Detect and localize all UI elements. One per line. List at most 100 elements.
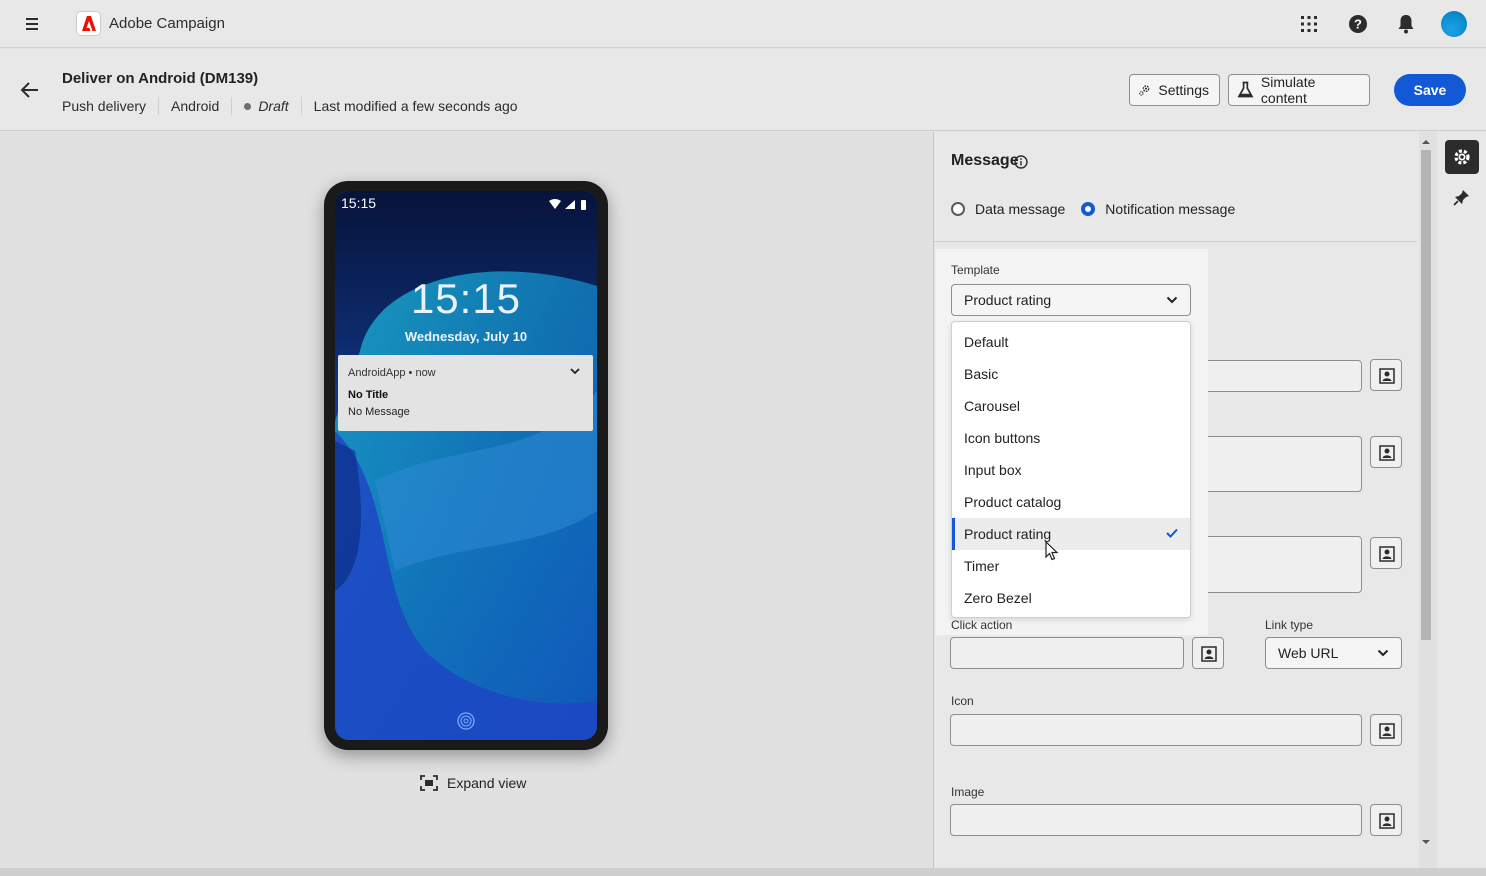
template-dropdown: Default Basic Carousel Icon buttons Inpu…	[951, 321, 1191, 618]
personalize-icon	[1379, 813, 1395, 829]
link-type-select[interactable]: Web URL	[1265, 637, 1402, 669]
personalize-image-button[interactable]	[1370, 804, 1402, 836]
option-input-box[interactable]: Input box	[952, 454, 1190, 486]
notification-app: AndroidApp • now	[348, 367, 436, 379]
info-icon[interactable]	[1014, 155, 1028, 169]
settings-gear-icon	[1139, 85, 1150, 96]
personalize-icon	[1379, 445, 1395, 461]
template-label: Template	[951, 263, 1000, 277]
option-icon-buttons[interactable]: Icon buttons	[952, 422, 1190, 454]
save-button[interactable]: Save	[1394, 74, 1466, 106]
right-rail	[1437, 132, 1486, 868]
divider	[158, 97, 160, 115]
personalize-icon	[1379, 368, 1395, 384]
option-default[interactable]: Default	[952, 326, 1190, 358]
chevron-down-icon	[1377, 649, 1389, 657]
help-icon[interactable]: ?	[1346, 12, 1370, 36]
avatar[interactable]	[1441, 11, 1467, 37]
notification-message: No Message	[348, 406, 410, 418]
radio-data-message-label[interactable]: Data message	[975, 201, 1065, 217]
click-action-label: Click action	[951, 618, 1013, 632]
personalize-icon	[1201, 646, 1217, 662]
phone-mockup: 15:15 15:15 Wednesday, July 10 AndroidAp…	[324, 181, 608, 750]
last-modified: Last modified a few seconds ago	[313, 98, 518, 114]
option-carousel[interactable]: Carousel	[952, 390, 1190, 422]
link-type-value: Web URL	[1278, 645, 1339, 661]
wallpaper-image	[335, 191, 597, 740]
phone-screen: 15:15 15:15 Wednesday, July 10 AndroidAp…	[335, 191, 597, 740]
option-product-rating[interactable]: Product rating	[952, 518, 1190, 550]
grid-icon[interactable]	[1297, 12, 1321, 36]
platform-label: Android	[171, 98, 220, 114]
message-title: Message	[951, 152, 1019, 169]
personalize-click-action-button[interactable]	[1192, 637, 1224, 669]
page-title: Deliver on Android (DM139)	[62, 70, 259, 87]
expand-icon	[420, 775, 438, 791]
option-product-rating-label: Product rating	[964, 526, 1052, 542]
status-bar-time: 15:15	[341, 195, 377, 211]
chevron-down-icon	[570, 368, 580, 375]
lock-screen-time: 15:15	[410, 275, 522, 322]
personalize-extra-button[interactable]	[1370, 537, 1402, 569]
app-title: Adobe Campaign	[109, 15, 225, 32]
status-dot-icon	[244, 102, 252, 110]
svg-text:?: ?	[1354, 17, 1362, 32]
rail-settings-button[interactable]	[1445, 140, 1479, 174]
link-type-label: Link type	[1265, 618, 1314, 632]
checkmark-icon	[1166, 528, 1178, 538]
settings-label: Settings	[1158, 82, 1209, 98]
back-arrow-icon[interactable]	[19, 79, 41, 101]
status-badge: Draft	[258, 98, 289, 114]
personalize-icon	[1379, 546, 1395, 562]
expand-view-button[interactable]: Expand view	[420, 775, 526, 791]
option-basic[interactable]: Basic	[952, 358, 1190, 390]
image-field-label: Image	[951, 785, 985, 799]
expand-view-label: Expand view	[447, 775, 527, 791]
divider	[300, 97, 302, 115]
scroll-up-icon[interactable]	[1422, 138, 1430, 146]
message-type-radios: Data message Notification message	[951, 201, 1235, 217]
option-zero-bezel[interactable]: Zero Bezel	[952, 582, 1190, 614]
status-icons	[549, 199, 586, 210]
delivery-meta: Push delivery Android Draft Last modifie…	[62, 97, 518, 115]
settings-button[interactable]: Settings	[1129, 74, 1220, 106]
option-timer[interactable]: Timer	[952, 550, 1190, 582]
hamburger-icon[interactable]	[22, 15, 42, 33]
bell-icon[interactable]	[1394, 12, 1418, 36]
scrollbar-thumb[interactable]	[1421, 150, 1431, 640]
mouse-cursor-icon	[1045, 541, 1059, 561]
image-field[interactable]	[950, 804, 1362, 836]
lock-screen-date: Wednesday, July 10	[404, 329, 528, 344]
preview-area: 15:15 15:15 Wednesday, July 10 AndroidAp…	[0, 132, 933, 868]
gear-icon	[1454, 149, 1470, 165]
chevron-down-icon	[1166, 296, 1178, 304]
personalize-icon	[1379, 723, 1395, 739]
simulate-label: Simulate content	[1260, 74, 1316, 106]
click-action-field[interactable]	[950, 637, 1184, 669]
template-value: Product rating	[964, 292, 1052, 308]
divider	[231, 97, 233, 115]
divider	[934, 241, 1417, 242]
personalize-icon-button[interactable]	[1370, 714, 1402, 746]
pin-icon[interactable]	[1453, 188, 1471, 206]
scroll-down-icon[interactable]	[1422, 838, 1430, 846]
option-product-catalog[interactable]: Product catalog	[952, 486, 1190, 518]
icon-field-label: Icon	[951, 694, 974, 708]
channel-label: Push delivery	[62, 98, 147, 114]
message-panel: Message Data message Notification messag…	[933, 132, 1419, 868]
panel-scrollbar[interactable]	[1419, 138, 1433, 850]
radio-notification-message[interactable]	[1081, 202, 1096, 216]
delivery-header: Deliver on Android (DM139) Push delivery…	[0, 49, 1486, 131]
template-select[interactable]: Product rating	[951, 284, 1191, 316]
flask-icon	[1237, 81, 1254, 98]
personalize-title-button[interactable]	[1370, 359, 1402, 391]
horizontal-scrollbar[interactable]	[0, 868, 1486, 876]
personalize-message-button[interactable]	[1370, 436, 1402, 468]
top-bar: Adobe Campaign ?	[0, 0, 1486, 48]
simulate-content-button[interactable]: Simulate content	[1228, 74, 1370, 106]
icon-field[interactable]	[950, 714, 1362, 746]
radio-notification-message-label[interactable]: Notification message	[1105, 201, 1235, 217]
notification-title: No Title	[348, 389, 389, 401]
notification-card: AndroidApp • now No Title No Message	[338, 355, 593, 431]
radio-data-message[interactable]	[951, 202, 965, 216]
